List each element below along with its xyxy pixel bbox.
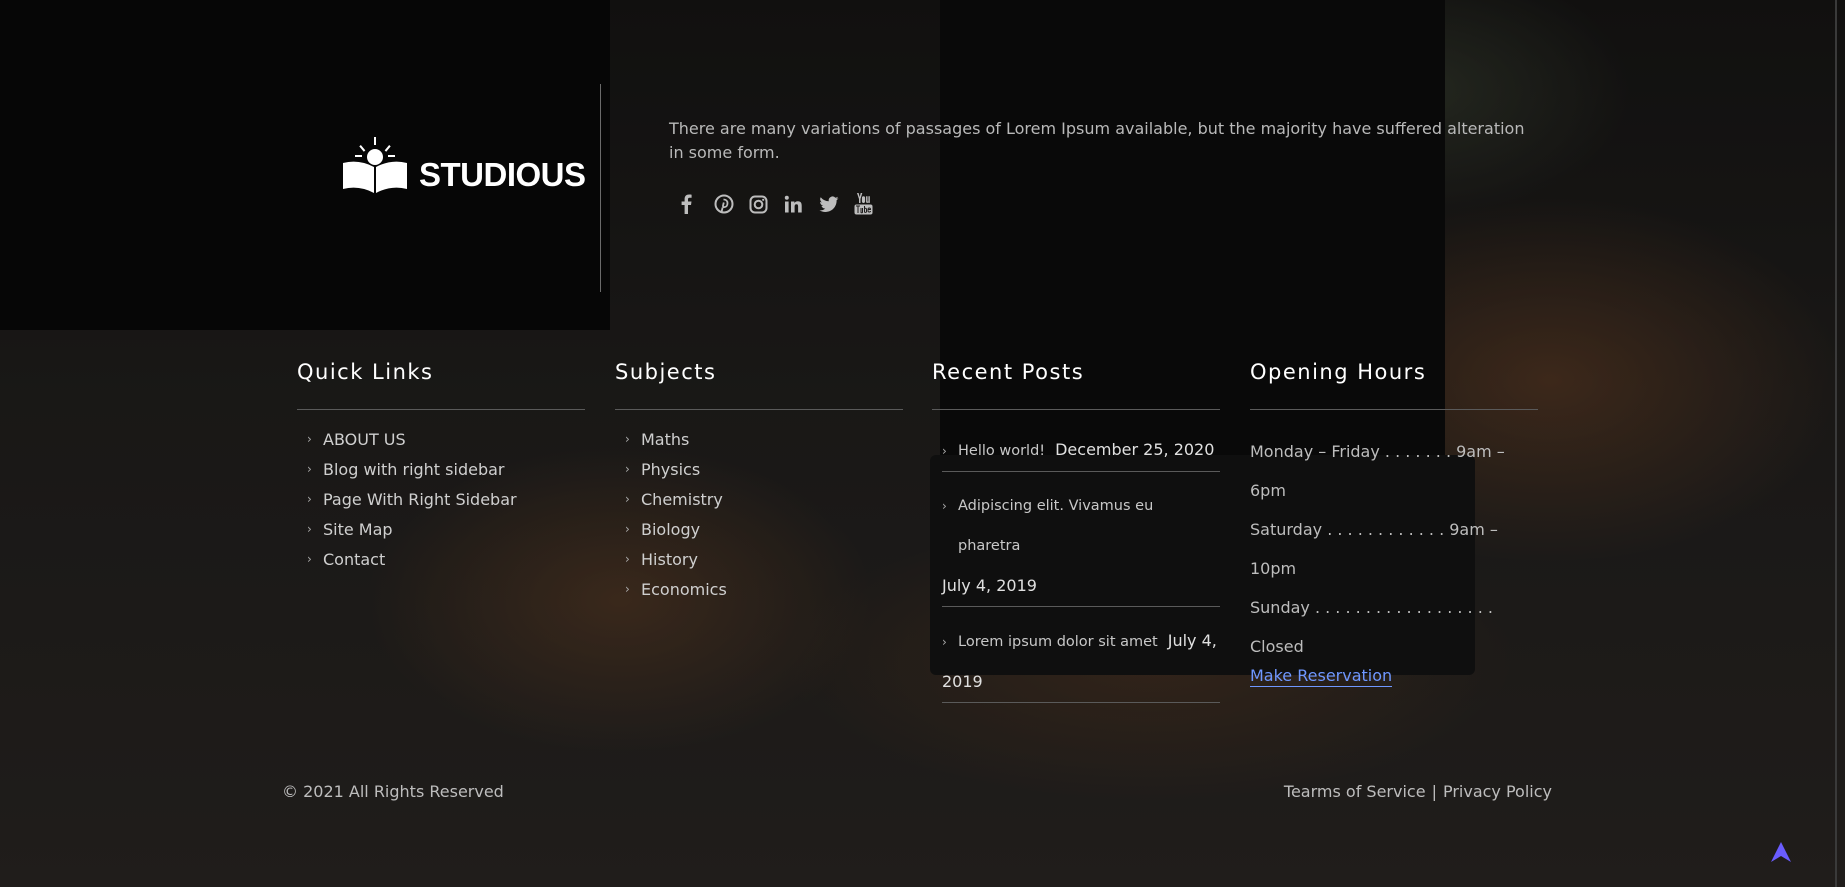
scroll-to-top-button[interactable]	[1768, 840, 1794, 866]
chevron-right-icon: ›	[625, 432, 630, 446]
chevron-right-icon: ›	[625, 462, 630, 476]
recent-posts-list: › Hello world! December 25, 2020 › Adipi…	[932, 410, 1220, 703]
facebook-icon[interactable]	[679, 191, 714, 217]
hours-row: Saturday . . . . . . . . . . . . 9am – 1…	[1250, 520, 1498, 578]
quick-links-title: Quick Links	[297, 360, 434, 384]
twitter-icon[interactable]	[819, 191, 854, 217]
terms-link[interactable]: Tearms of Service	[1284, 782, 1426, 802]
post-date: December 25, 2020	[1055, 440, 1215, 459]
book-logo-icon	[343, 137, 407, 193]
quick-link-item[interactable]: › Contact	[307, 544, 585, 574]
chevron-right-icon: ›	[942, 499, 947, 513]
chevron-right-icon: ›	[625, 582, 630, 596]
post-date-continued: 2019	[942, 672, 983, 691]
chevron-right-icon: ›	[307, 492, 312, 506]
subject-item[interactable]: › Chemistry	[625, 484, 903, 514]
legal-separator: |	[1431, 782, 1437, 801]
make-reservation-link[interactable]: Make Reservation	[1250, 666, 1393, 687]
subject-item[interactable]: › Maths	[625, 424, 903, 454]
chevron-right-icon: ›	[307, 462, 312, 476]
post-title[interactable]: Adipiscing elit. Vivamus eu pharetra	[958, 486, 1220, 566]
instagram-icon[interactable]	[749, 191, 784, 217]
post-title[interactable]: Hello world!	[958, 431, 1045, 471]
quick-link-item[interactable]: › ABOUT US	[307, 424, 585, 454]
brand-name: STUDIOUS	[419, 156, 586, 193]
subjects-section: Subjects › Maths › Physics › Chemistry › Bio…	[615, 357, 903, 604]
quick-links-list: › ABOUT US › Blog with right sidebar › Page…	[297, 410, 585, 574]
opening-hours-title: Opening Hours	[1250, 360, 1427, 384]
chevron-right-icon: ›	[625, 552, 630, 566]
vertical-divider	[600, 84, 601, 292]
site-logo[interactable]: STUDIOUS	[341, 133, 586, 195]
subject-item[interactable]: › Physics	[625, 454, 903, 484]
pinterest-icon[interactable]	[714, 191, 749, 217]
chevron-right-icon: ›	[307, 522, 312, 536]
hours-row: Sunday . . . . . . . . . . . . . . . . .…	[1250, 598, 1493, 656]
quick-link-item[interactable]: › Page With Right Sidebar	[307, 484, 585, 514]
subjects-title: Subjects	[615, 360, 717, 384]
scrollbar-track[interactable]	[1835, 0, 1837, 887]
subject-item[interactable]: › Economics	[625, 574, 903, 604]
copyright-text: © 2021 All Rights Reserved	[282, 782, 504, 801]
post-date: July 4,	[1167, 631, 1217, 650]
chevron-right-icon: ›	[625, 522, 630, 536]
about-text: There are many variations of passages of…	[669, 119, 1525, 162]
opening-hours-list: Monday – Friday . . . . . . . 9am – 6pm …	[1250, 410, 1538, 687]
quick-link-item[interactable]: › Blog with right sidebar	[307, 454, 585, 484]
opening-hours-section: Opening Hours Monday – Friday . . . . . …	[1250, 357, 1538, 687]
chevron-right-icon: ›	[625, 492, 630, 506]
linkedin-icon[interactable]	[784, 191, 819, 217]
quick-links-section: Quick Links › ABOUT US › Blog with right s…	[297, 357, 585, 574]
subjects-list: › Maths › Physics › Chemistry › Biology › His…	[615, 410, 903, 604]
chevron-right-icon: ›	[307, 432, 312, 446]
recent-posts-section: Recent Posts › Hello world! December 25,…	[932, 357, 1220, 703]
youtube-icon[interactable]	[854, 191, 889, 217]
chevron-right-icon: ›	[942, 444, 947, 458]
legal-links: Tearms of Service | Privacy Policy	[1284, 782, 1552, 802]
chevron-right-icon: ›	[307, 552, 312, 566]
hours-row: Monday – Friday . . . . . . . 9am – 6pm	[1250, 442, 1505, 500]
subject-item[interactable]: › Biology	[625, 514, 903, 544]
chevron-right-icon: ›	[942, 635, 947, 649]
post-title[interactable]: Lorem ipsum dolor sit amet	[958, 622, 1158, 662]
social-links	[679, 191, 889, 217]
post-date: July 4, 2019	[942, 576, 1037, 595]
arrow-up-icon	[1771, 842, 1791, 862]
post-item[interactable]: › Adipiscing elit. Vivamus eu pharetra J…	[942, 482, 1220, 607]
quick-link-item[interactable]: › Site Map	[307, 514, 585, 544]
subject-item[interactable]: › History	[625, 544, 903, 574]
post-item[interactable]: › Hello world! December 25, 2020	[942, 426, 1220, 472]
post-item[interactable]: › Lorem ipsum dolor sit amet July 4, 201…	[942, 617, 1220, 703]
privacy-link[interactable]: Privacy Policy	[1443, 782, 1552, 802]
recent-posts-title: Recent Posts	[932, 360, 1085, 384]
